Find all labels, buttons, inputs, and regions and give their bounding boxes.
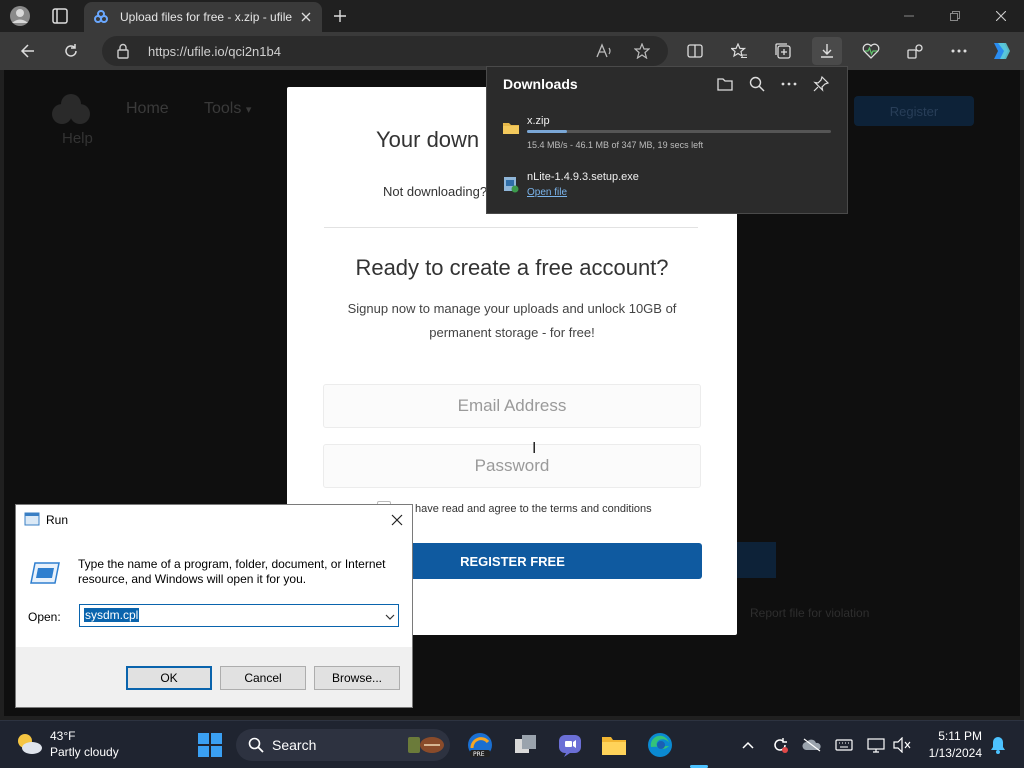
edge-browser-icon[interactable]: [646, 731, 674, 759]
favorites-icon[interactable]: [724, 37, 754, 65]
downloads-panel: Downloads x.zip 15.4 MB/s - 46.1 MB of 3…: [486, 66, 848, 214]
clock-date[interactable]: 1/13/2024: [920, 746, 982, 760]
installer-exe-icon: [503, 175, 519, 198]
copilot-icon[interactable]: [986, 37, 1016, 65]
extensions-icon[interactable]: [900, 37, 930, 65]
account-title: Ready to create a free account?: [355, 255, 669, 280]
favorite-star-icon[interactable]: [630, 40, 654, 62]
collections-icon[interactable]: [768, 37, 798, 65]
restore-icon[interactable]: [932, 0, 978, 32]
divider: [324, 227, 698, 228]
new-tab-icon[interactable]: [328, 4, 352, 28]
edge-preview-icon[interactable]: PRE: [466, 731, 494, 759]
not-downloading-text: Not downloading?: [383, 184, 488, 199]
site-register-button[interactable]: Register: [854, 96, 974, 126]
search-label: Search: [272, 737, 317, 753]
run-title: Run: [46, 513, 69, 527]
address-url[interactable]: https://ufile.io/qci2n1b4: [148, 44, 281, 59]
browser-tab-active[interactable]: Upload files for free - x.zip - ufile: [84, 2, 322, 32]
clock-time[interactable]: 5:11 PM: [934, 729, 982, 743]
chevron-down-icon: ▾: [245, 104, 252, 116]
tab-actions-icon[interactable]: [48, 4, 72, 28]
pin-icon[interactable]: [809, 73, 833, 95]
close-icon[interactable]: [386, 509, 408, 531]
start-windows-icon[interactable]: [198, 733, 222, 762]
browser-toolbar: https://ufile.io/qci2n1b4: [0, 32, 1024, 70]
password-field[interactable]: Password: [323, 444, 701, 488]
volume-muted-icon[interactable]: [892, 735, 912, 755]
download-name: nLite-1.4.9.3.setup.exe: [527, 171, 639, 183]
download-progress-fill: [527, 130, 568, 133]
taskbar: 43°F Partly cloudy Search PRE 5:11 PM 1/…: [0, 720, 1024, 768]
text-cursor-icon: I: [532, 440, 537, 457]
chevron-up-icon[interactable]: [738, 735, 758, 755]
account-description: Signup now to manage your uploads and un…: [347, 301, 677, 340]
browser-essentials-icon[interactable]: [856, 37, 886, 65]
onedrive-icon[interactable]: [802, 735, 822, 755]
ufile-logo[interactable]: Help: [48, 92, 94, 147]
modal-heading: Your down: [376, 127, 480, 152]
close-window-icon[interactable]: [978, 0, 1024, 32]
sync-icon[interactable]: [770, 735, 790, 755]
more-menu-icon[interactable]: [944, 37, 974, 65]
refresh-icon[interactable]: [56, 37, 86, 65]
split-screen-icon[interactable]: [680, 37, 710, 65]
report-violation-link[interactable]: Report file for violation: [750, 606, 869, 620]
terms-label: have read and agree to the terms and con…: [415, 503, 652, 515]
teams-chat-icon[interactable]: [556, 731, 584, 759]
tab-close-icon[interactable]: [296, 7, 316, 27]
open-folder-icon[interactable]: [713, 73, 737, 95]
notifications-bell-icon[interactable]: [988, 735, 1008, 755]
search-icon: [248, 737, 264, 758]
open-file-link[interactable]: Open file: [527, 187, 567, 198]
help-link[interactable]: Help: [62, 130, 93, 147]
open-label: Open:: [28, 610, 61, 624]
downloads-more-icon[interactable]: [777, 73, 801, 95]
download-progress-bar: [527, 130, 831, 133]
ok-button[interactable]: OK: [126, 666, 212, 690]
email-field[interactable]: Email Address: [323, 384, 701, 428]
back-icon[interactable]: [12, 37, 42, 65]
profile-avatar-icon[interactable]: [8, 4, 32, 28]
partly-cloudy-icon: [14, 731, 44, 762]
run-command-value: sysdm.cpl: [84, 608, 140, 622]
browser-titlebar: Upload files for free - x.zip - ufile: [0, 0, 1024, 32]
task-view-icon[interactable]: [512, 731, 540, 759]
run-app-icon: [24, 512, 40, 531]
weather-condition: Partly cloudy: [50, 745, 119, 759]
lock-icon[interactable]: [116, 43, 130, 64]
tab-title: Upload files for free - x.zip - ufile: [120, 10, 292, 24]
ufile-favicon-icon: [94, 10, 108, 29]
svg-text:PRE: PRE: [473, 751, 485, 758]
browse-button[interactable]: Browse...: [314, 666, 400, 690]
weather-temperature: 43°F: [50, 729, 76, 743]
download-status: 15.4 MB/s - 46.1 MB of 347 MB, 19 secs l…: [527, 140, 704, 150]
downloads-icon[interactable]: [812, 37, 842, 65]
read-aloud-icon[interactable]: [592, 40, 616, 62]
address-bar[interactable]: https://ufile.io/qci2n1b4: [102, 36, 668, 66]
folder-zip-icon: [503, 121, 519, 139]
network-icon[interactable]: [866, 735, 886, 755]
cancel-button[interactable]: Cancel: [220, 666, 306, 690]
file-explorer-icon[interactable]: [600, 731, 628, 759]
minimize-icon[interactable]: [886, 0, 932, 32]
run-titlebar[interactable]: Run: [16, 505, 412, 535]
downloads-title: Downloads: [503, 76, 578, 92]
search-highlight-icon: [406, 733, 446, 762]
run-description: Type the name of a program, folder, docu…: [78, 557, 386, 586]
download-name: x.zip: [527, 115, 550, 127]
nav-home[interactable]: Home: [126, 100, 169, 118]
run-command-input[interactable]: sysdm.cpl: [79, 604, 399, 627]
run-body: Type the name of a program, folder, docu…: [16, 535, 412, 647]
nav-tools[interactable]: Tools ▾: [204, 100, 251, 118]
keyboard-icon[interactable]: [834, 735, 854, 755]
search-downloads-icon[interactable]: [745, 73, 769, 95]
run-program-icon: [30, 561, 60, 590]
taskbar-search[interactable]: Search: [236, 729, 450, 761]
run-dialog: Run Type the name of a program, folder, …: [15, 504, 413, 708]
chevron-down-icon[interactable]: [385, 609, 395, 627]
